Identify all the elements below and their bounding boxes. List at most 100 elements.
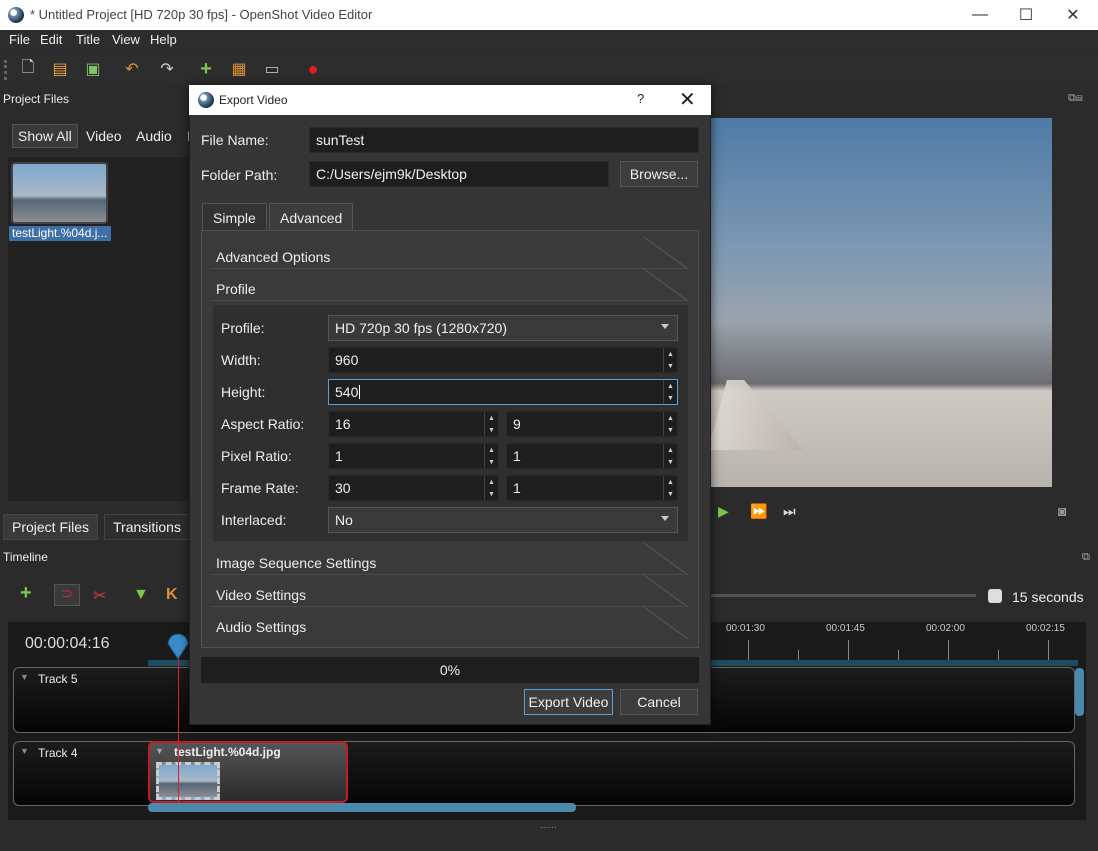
tab-simple[interactable]: Simple: [202, 203, 267, 231]
interlaced-label: Interlaced:: [221, 512, 287, 528]
spin-arrows-icon[interactable]: ▲ ▼: [663, 476, 677, 500]
splitter-handle[interactable]: ......: [540, 820, 557, 831]
fast-forward-icon[interactable]: ⏩: [750, 503, 767, 520]
section-image-sequence[interactable]: Image Sequence Settings: [210, 543, 688, 575]
main-toolbar: 🗋 ▤ ▣ ↶ ↷ + ▦ ▭ ●: [0, 52, 1098, 86]
dialog-title-bar: Export Video ? ✕: [189, 85, 711, 115]
menu-help[interactable]: Help: [150, 32, 177, 47]
track-name: Track 4: [38, 746, 78, 760]
track-collapse-icon[interactable]: ▼: [20, 746, 29, 756]
fps-den-value: 1: [513, 480, 521, 496]
playhead-marker-icon[interactable]: [166, 632, 190, 660]
close-button[interactable]: ✕: [1050, 0, 1096, 30]
export-video-button[interactable]: Export Video: [524, 689, 613, 715]
file-thumbnail[interactable]: [11, 162, 108, 224]
new-project-icon[interactable]: 🗋: [19, 59, 37, 78]
text-cursor: [359, 385, 361, 399]
snap-magnet-icon[interactable]: ⊃: [54, 584, 80, 606]
track-name: Track 5: [38, 672, 78, 686]
section-video-settings[interactable]: Video Settings: [210, 575, 688, 607]
file-label[interactable]: testLight.%04d.j...: [9, 226, 111, 241]
tab-transitions[interactable]: Transitions: [104, 514, 190, 540]
fps-num-spinbox[interactable]: 30 ▲ ▼: [328, 475, 499, 501]
jump-end-icon[interactable]: ⏭: [783, 503, 796, 520]
spin-arrows-icon[interactable]: ▲ ▼: [484, 476, 498, 500]
interlaced-select[interactable]: No: [328, 507, 678, 533]
cancel-button[interactable]: Cancel: [620, 689, 698, 715]
previous-marker-icon[interactable]: K: [166, 586, 178, 604]
menu-file[interactable]: File: [9, 32, 30, 47]
project-files-header: Project Files: [3, 92, 70, 106]
dialog-close-button[interactable]: ✕: [679, 87, 696, 112]
play-icon[interactable]: ▶: [718, 503, 729, 520]
section-title: Profile: [216, 281, 256, 297]
profile-value: HD 720p 30 fps (1280x720): [335, 320, 507, 336]
add-track-icon[interactable]: +: [20, 582, 32, 605]
profile-label: Profile:: [221, 320, 265, 336]
spin-arrows-icon[interactable]: ▲ ▼: [663, 348, 677, 372]
chevron-down-icon: [661, 324, 669, 329]
pixel-num-spinbox[interactable]: 1 ▲ ▼: [328, 443, 499, 469]
tab-advanced[interactable]: Advanced: [269, 203, 354, 231]
filter-video-button[interactable]: Video: [81, 124, 127, 148]
menu-edit[interactable]: Edit: [40, 32, 62, 47]
camera-snapshot-icon[interactable]: ◙: [1058, 503, 1066, 519]
profile-film-icon[interactable]: ▦: [230, 60, 248, 78]
playhead-line[interactable]: [178, 655, 179, 803]
maximize-button[interactable]: ☐: [1003, 0, 1049, 30]
section-profile[interactable]: Profile: [210, 269, 688, 301]
aspect-ratio-label: Aspect Ratio:: [221, 416, 305, 432]
aspect-num-spinbox[interactable]: 16 ▲ ▼: [328, 411, 499, 437]
filter-show-all-button[interactable]: Show All: [12, 124, 78, 148]
timeline-horizontal-scrollbar[interactable]: [148, 803, 576, 812]
section-audio-settings[interactable]: Audio Settings: [210, 607, 688, 639]
aspect-den-spinbox[interactable]: 9 ▲ ▼: [506, 411, 678, 437]
spin-arrows-icon[interactable]: ▲ ▼: [484, 444, 498, 468]
height-spinbox[interactable]: 540 ▲ ▼: [328, 379, 678, 405]
pixel-den-spinbox[interactable]: 1 ▲ ▼: [506, 443, 678, 469]
dialog-help-button[interactable]: ?: [637, 91, 644, 106]
browse-button[interactable]: Browse...: [620, 161, 698, 187]
width-spinbox[interactable]: 960 ▲ ▼: [328, 347, 678, 373]
fullscreen-icon[interactable]: ▭: [263, 60, 281, 78]
import-files-icon[interactable]: +: [197, 58, 215, 80]
save-project-icon[interactable]: ▣: [84, 60, 102, 78]
spin-arrows-icon[interactable]: ▲ ▼: [484, 412, 498, 436]
fps-den-spinbox[interactable]: 1 ▲ ▼: [506, 475, 678, 501]
folder-path-input[interactable]: C:/Users/ejm9k/Desktop: [309, 161, 609, 187]
add-marker-icon[interactable]: ▼: [133, 586, 149, 604]
ruler-tick: [1048, 640, 1049, 660]
ruler-label: 00:02:15: [1026, 623, 1065, 634]
timeline-header: Timeline: [3, 550, 48, 564]
menu-view[interactable]: View: [112, 32, 140, 47]
toolbar-grip: [4, 60, 7, 80]
file-name-input[interactable]: sunTest: [309, 127, 699, 153]
open-project-icon[interactable]: ▤: [51, 60, 69, 78]
tab-project-files[interactable]: Project Files: [3, 514, 99, 540]
spin-arrows-icon[interactable]: ▲ ▼: [663, 444, 677, 468]
height-label: Height:: [221, 384, 266, 400]
undo-icon[interactable]: ↶: [123, 60, 141, 78]
menu-title[interactable]: Title: [76, 32, 100, 47]
section-advanced-options[interactable]: Advanced Options: [210, 237, 688, 269]
track-collapse-icon[interactable]: ▼: [20, 672, 29, 682]
redo-icon[interactable]: ↷: [158, 60, 176, 78]
clip-menu-icon[interactable]: ▼: [155, 746, 164, 756]
dialog-title: Export Video: [219, 93, 288, 107]
razor-scissors-icon[interactable]: ✂: [93, 586, 106, 606]
spin-arrows-icon[interactable]: ▲ ▼: [663, 412, 677, 436]
timeline-vertical-scrollbar[interactable]: [1075, 668, 1084, 716]
interlaced-value: No: [335, 512, 353, 528]
dock-float-close-icon[interactable]: ⧉⧈: [1068, 92, 1083, 105]
chevron-down-icon: [661, 516, 669, 521]
minimize-button[interactable]: —: [957, 0, 1003, 30]
record-export-icon[interactable]: ●: [304, 59, 322, 79]
profile-select[interactable]: HD 720p 30 fps (1280x720): [328, 315, 678, 341]
file-name-label: File Name:: [201, 132, 269, 148]
timeline-dock-icon[interactable]: ⧉: [1082, 551, 1090, 564]
pixel-num-value: 1: [335, 448, 343, 464]
openshot-logo-icon: [8, 7, 24, 23]
filter-audio-button[interactable]: Audio: [131, 124, 177, 148]
zoom-slider[interactable]: [708, 594, 976, 597]
spin-arrows-icon[interactable]: ▲ ▼: [663, 380, 677, 404]
